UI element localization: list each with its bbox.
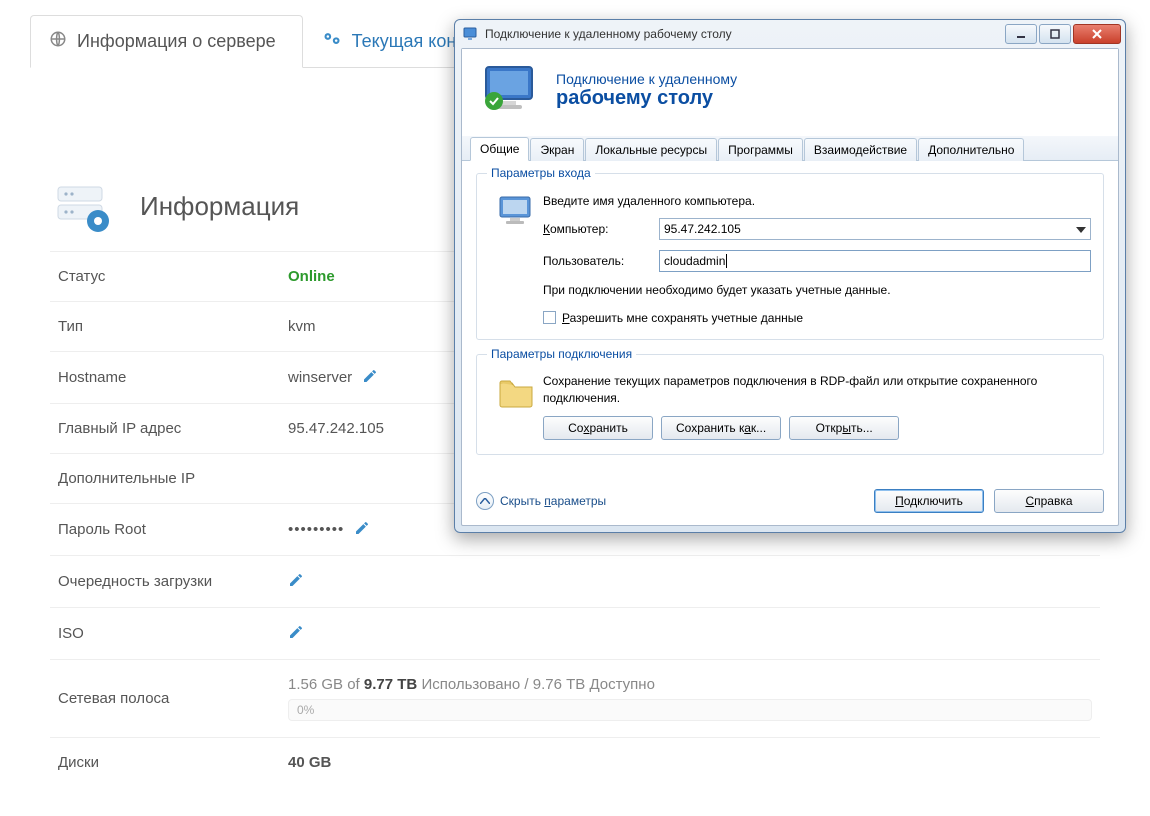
row-bandwidth: Сетевая полоса 1.56 GB of 9.77 TB Исполь… <box>50 659 1100 737</box>
allow-save-checkbox[interactable] <box>543 311 556 324</box>
save-as-button[interactable]: Сохранить как... <box>661 416 781 440</box>
main-ip-label: Главный IP адрес <box>58 420 288 437</box>
bw-total: 9.77 TB <box>364 676 417 693</box>
pencil-icon[interactable] <box>288 624 304 643</box>
tab-label: Информация о сервере <box>77 31 276 52</box>
rdp-tabs: Общие Экран Локальные ресурсы Программы … <box>462 136 1118 161</box>
rdp-app-icon <box>463 26 479 42</box>
user-label: Пользователь: <box>543 254 659 268</box>
hide-options-toggle[interactable]: Скрыть параметры <box>476 492 606 510</box>
banner-line1: Подключение к удаленному <box>556 71 737 87</box>
connection-fieldset: Параметры подключения Сохранение текущих… <box>476 354 1104 456</box>
minimize-button[interactable] <box>1005 24 1037 44</box>
maximize-button[interactable] <box>1039 24 1071 44</box>
open-button[interactable]: Открыть... <box>789 416 899 440</box>
rdp-tab-local-resources[interactable]: Локальные ресурсы <box>585 138 717 161</box>
computer-label: Компьютер: <box>543 222 659 236</box>
computer-value: 95.47.242.105 <box>664 222 741 236</box>
server-icon <box>50 181 120 233</box>
computer-combobox[interactable]: 95.47.242.105 <box>659 218 1091 240</box>
rdp-tab-experience[interactable]: Взаимодействие <box>804 138 917 161</box>
row-iso: ISO <box>50 607 1100 659</box>
disks-value: 40 GB <box>288 754 331 771</box>
dialog-footer: Скрыть параметры Подключить Справка <box>462 479 1118 525</box>
window-title: Подключение к удаленному рабочему столу <box>485 27 1003 41</box>
bw-used: 1.56 GB <box>288 676 343 693</box>
root-pw-label: Пароль Root <box>58 521 288 538</box>
root-pw-value: ••••••••• <box>288 521 344 538</box>
rdp-tab-display[interactable]: Экран <box>530 138 584 161</box>
boot-order-label: Очередность загрузки <box>58 573 288 590</box>
bw-pct: 0% <box>297 703 314 717</box>
rdp-tab-advanced[interactable]: Дополнительно <box>918 138 1024 161</box>
titlebar[interactable]: Подключение к удаленному рабочему столу <box>455 20 1125 48</box>
tab-label: Текущая кон <box>352 31 457 52</box>
pencil-icon[interactable] <box>288 572 304 591</box>
hostname-value: winserver <box>288 369 352 386</box>
folder-icon <box>489 373 543 441</box>
username-input[interactable]: cloudadmin <box>659 250 1091 272</box>
bw-avail: 9.76 TB Доступно <box>533 676 655 693</box>
type-label: Тип <box>58 318 288 335</box>
hostname-label: Hostname <box>58 369 288 386</box>
username-value: cloudadmin <box>664 254 725 268</box>
iso-label: ISO <box>58 625 288 642</box>
status-label: Статус <box>58 268 288 285</box>
bandwidth-label: Сетевая полоса <box>58 690 288 707</box>
close-button[interactable] <box>1073 24 1121 44</box>
chevron-down-icon <box>1076 222 1086 236</box>
logon-fieldset: Параметры входа Введите имя удаленного к… <box>476 173 1104 340</box>
allow-save-label: Разрешить мне сохранять учетные данные <box>562 311 803 325</box>
row-disks: Диски 40 GB <box>50 737 1100 787</box>
disks-label: Диски <box>58 754 288 771</box>
banner-line2: рабочему столу <box>556 87 737 110</box>
logon-instruction: Введите имя удаленного компьютера. <box>543 194 1091 208</box>
connection-desc: Сохранение текущих параметров подключени… <box>543 373 1091 407</box>
save-button[interactable]: Сохранить <box>543 416 653 440</box>
main-ip-value: 95.47.242.105 <box>288 420 384 437</box>
status-value: Online <box>288 268 335 285</box>
pencil-icon[interactable] <box>354 520 370 539</box>
globe-icon <box>49 30 67 53</box>
computer-icon <box>489 192 543 325</box>
gears-icon <box>322 30 342 53</box>
credentials-hint: При подключении необходимо будет указать… <box>543 282 1091 299</box>
row-boot-order: Очередность загрузки <box>50 555 1100 607</box>
connection-legend: Параметры подключения <box>487 347 636 361</box>
help-button[interactable]: Справка <box>994 489 1104 513</box>
monitor-icon <box>480 63 544 118</box>
extra-ip-label: Дополнительные IP <box>58 470 288 487</box>
rdp-tab-programs[interactable]: Программы <box>718 138 803 161</box>
type-value: kvm <box>288 318 316 335</box>
dialog-banner: Подключение к удаленному рабочему столу <box>462 49 1118 136</box>
pencil-icon[interactable] <box>362 368 378 387</box>
rdp-tab-general[interactable]: Общие <box>470 137 529 161</box>
bandwidth-block: 1.56 GB of 9.77 TB Использовано / 9.76 T… <box>288 676 1092 721</box>
logon-legend: Параметры входа <box>487 166 595 180</box>
hide-options-label: Скрыть параметры <box>500 494 606 508</box>
bandwidth-progress: 0% <box>288 699 1092 721</box>
connect-button[interactable]: Подключить <box>874 489 984 513</box>
tab-server-info[interactable]: Информация о сервере <box>30 15 303 68</box>
rdp-dialog: Подключение к удаленному рабочему столу … <box>454 19 1126 533</box>
panel-title: Информация <box>140 191 299 222</box>
chevron-up-icon <box>476 492 494 510</box>
